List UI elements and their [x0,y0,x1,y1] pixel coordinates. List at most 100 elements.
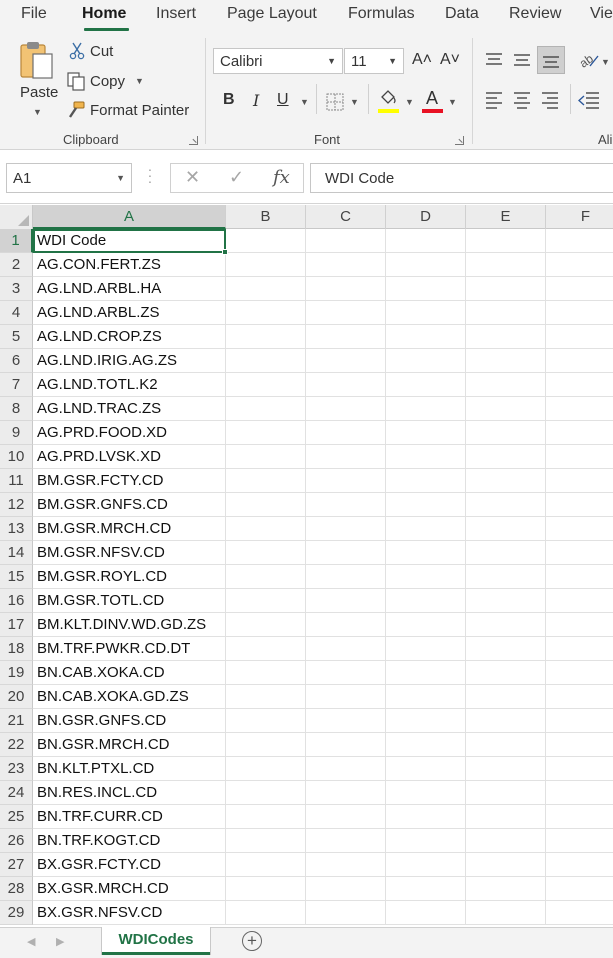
cell-d23[interactable] [386,757,466,781]
cell-d22[interactable] [386,733,466,757]
cell-f19[interactable] [546,661,613,685]
cell-b19[interactable] [226,661,306,685]
cell-a4[interactable]: AG.LND.ARBL.ZS [33,301,226,325]
cell-a28[interactable]: BX.GSR.MRCH.CD [33,877,226,901]
row-header[interactable]: 4 [0,301,33,325]
cell-f3[interactable] [546,277,613,301]
row-header[interactable]: 1 [0,229,33,253]
cell-c25[interactable] [306,805,386,829]
column-header-a[interactable]: A [33,205,226,229]
row-header[interactable]: 19 [0,661,33,685]
cell-f20[interactable] [546,685,613,709]
row-header[interactable]: 23 [0,757,33,781]
cell-b21[interactable] [226,709,306,733]
cell-e2[interactable] [466,253,546,277]
cell-b11[interactable] [226,469,306,493]
cell-a19[interactable]: BN.CAB.XOKA.CD [33,661,226,685]
cell-d14[interactable] [386,541,466,565]
font-dialog-launcher-icon[interactable] [455,136,464,145]
cell-a16[interactable]: BM.GSR.TOTL.CD [33,589,226,613]
cell-b6[interactable] [226,349,306,373]
tab-view[interactable]: Vie [590,5,613,23]
cell-c1[interactable] [306,229,386,253]
top-align-icon[interactable] [484,50,504,70]
cell-a1[interactable]: WDI Code [33,229,226,253]
cell-f10[interactable] [546,445,613,469]
cell-a26[interactable]: BN.TRF.KOGT.CD [33,829,226,853]
cell-a6[interactable]: AG.LND.IRIG.AG.ZS [33,349,226,373]
column-header-d[interactable]: D [386,205,466,229]
cell-d16[interactable] [386,589,466,613]
cell-a5[interactable]: AG.LND.CROP.ZS [33,325,226,349]
cell-a25[interactable]: BN.TRF.CURR.CD [33,805,226,829]
cell-b28[interactable] [226,877,306,901]
row-header[interactable]: 17 [0,613,33,637]
cell-d11[interactable] [386,469,466,493]
column-header-f[interactable]: F [546,205,613,229]
font-size-select[interactable]: 11 ▼ [344,48,404,74]
cell-a3[interactable]: AG.LND.ARBL.HA [33,277,226,301]
cell-c4[interactable] [306,301,386,325]
cell-d13[interactable] [386,517,466,541]
cell-c14[interactable] [306,541,386,565]
cell-c15[interactable] [306,565,386,589]
middle-align-icon[interactable] [512,50,532,70]
cell-b16[interactable] [226,589,306,613]
row-header[interactable]: 25 [0,805,33,829]
cell-d7[interactable] [386,373,466,397]
cell-a27[interactable]: BX.GSR.FCTY.CD [33,853,226,877]
cell-d9[interactable] [386,421,466,445]
cell-f22[interactable] [546,733,613,757]
cell-f24[interactable] [546,781,613,805]
cell-d12[interactable] [386,493,466,517]
increase-font-size-button[interactable]: A˄ [412,51,432,69]
cell-e11[interactable] [466,469,546,493]
row-header[interactable]: 20 [0,685,33,709]
row-header[interactable]: 26 [0,829,33,853]
cell-f13[interactable] [546,517,613,541]
cell-f23[interactable] [546,757,613,781]
cell-d28[interactable] [386,877,466,901]
column-header-e[interactable]: E [466,205,546,229]
row-header[interactable]: 13 [0,517,33,541]
cell-c23[interactable] [306,757,386,781]
cell-e13[interactable] [466,517,546,541]
sheet-tab-wdicodes[interactable]: WDICodes [102,927,210,955]
cell-c9[interactable] [306,421,386,445]
add-sheet-icon[interactable]: + [242,931,262,951]
tab-data[interactable]: Data [445,5,479,23]
tab-page-layout[interactable]: Page Layout [227,5,317,23]
cell-c13[interactable] [306,517,386,541]
cell-b8[interactable] [226,397,306,421]
borders-icon[interactable] [325,92,345,112]
cell-b27[interactable] [226,853,306,877]
cell-a11[interactable]: BM.GSR.FCTY.CD [33,469,226,493]
formula-bar-grip-icon[interactable]: · · · [147,162,153,188]
cell-f21[interactable] [546,709,613,733]
cell-a13[interactable]: BM.GSR.MRCH.CD [33,517,226,541]
row-header[interactable]: 8 [0,397,33,421]
cell-f26[interactable] [546,829,613,853]
cell-a14[interactable]: BM.GSR.NFSV.CD [33,541,226,565]
align-left-icon[interactable] [484,90,504,110]
align-right-icon[interactable] [540,90,560,110]
cell-e1[interactable] [466,229,546,253]
row-header[interactable]: 29 [0,901,33,925]
confirm-entry-icon[interactable]: ✓ [229,167,244,188]
cell-c21[interactable] [306,709,386,733]
select-all-button[interactable] [0,205,33,229]
bold-button[interactable]: B [223,91,235,109]
clipboard-dialog-launcher-icon[interactable] [189,136,198,145]
cell-e29[interactable] [466,901,546,925]
cell-d27[interactable] [386,853,466,877]
formula-input[interactable]: WDI Code [310,163,613,193]
row-header[interactable]: 18 [0,637,33,661]
cell-b7[interactable] [226,373,306,397]
cell-d19[interactable] [386,661,466,685]
cell-e4[interactable] [466,301,546,325]
cell-b25[interactable] [226,805,306,829]
cell-e8[interactable] [466,397,546,421]
cell-f27[interactable] [546,853,613,877]
paste-button[interactable]: Paste ▼ [14,40,60,128]
cell-d10[interactable] [386,445,466,469]
